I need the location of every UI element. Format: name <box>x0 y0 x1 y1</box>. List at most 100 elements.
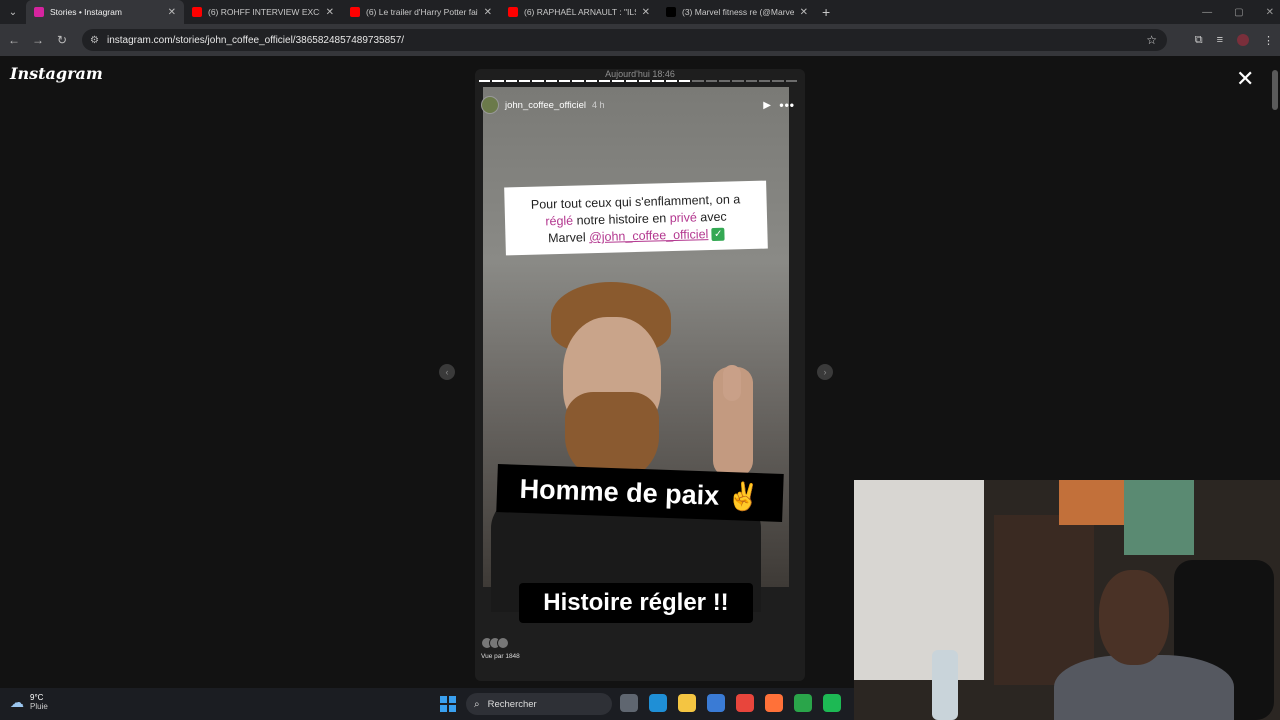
maximize-icon[interactable]: ▢ <box>1234 7 1243 18</box>
store-icon[interactable] <box>707 694 725 712</box>
caption-line1: Pour tout ceux qui s'enflamment, on a <box>530 192 741 212</box>
browser-tab[interactable]: (6) RAPHAËL ARNAULT : "ILS SE ✕ <box>500 0 658 24</box>
tab-strip: ⌄ Stories • Instagram ✕ (6) ROHFF INTERVIE… <box>0 0 1280 24</box>
progress-segment <box>625 80 637 82</box>
tab-close-icon[interactable]: ✕ <box>800 7 808 18</box>
check-icon: ✓ <box>711 227 725 242</box>
previous-story-icon[interactable]: ‹ <box>439 364 455 380</box>
story-time: 4 h <box>592 100 605 110</box>
weather-desc: Pluie <box>30 702 48 711</box>
weather-widget[interactable]: ☁ 9°C Pluie <box>10 693 48 711</box>
progress-segment <box>718 80 731 82</box>
progress-segment <box>479 80 491 82</box>
extensions-icon[interactable]: ⧉ <box>1195 34 1203 47</box>
task-view-icon[interactable] <box>620 694 638 712</box>
tab-close-icon[interactable]: ✕ <box>168 7 176 18</box>
person-image <box>491 282 761 612</box>
tab-favicon-icon <box>350 7 360 17</box>
reload-icon[interactable]: ↻ <box>50 33 74 47</box>
text-banner-histoire: Histoire régler !! <box>519 583 753 623</box>
tab-title: (3) Marvel fitness re (@Marvel_ <box>682 7 794 17</box>
progress-segment <box>558 80 571 82</box>
progress-segment <box>705 80 717 82</box>
menu-icon[interactable]: ⋮ <box>1263 34 1274 47</box>
caption-word-regle: réglé <box>545 213 574 229</box>
webcam-overlay <box>854 480 1280 720</box>
tab-close-icon[interactable]: ✕ <box>484 7 492 18</box>
browser-tab[interactable]: (6) ROHFF INTERVIEW EXCLUSIVE ✕ <box>184 0 342 24</box>
progress-segment <box>585 80 597 82</box>
rain-cloud-icon: ☁ <box>10 693 24 710</box>
tab-title: Stories • Instagram <box>50 7 122 17</box>
tab-title: (6) Le trailer d'Harry Potter fait <box>366 7 478 17</box>
edge-icon[interactable] <box>649 694 667 712</box>
app-teal-icon[interactable] <box>823 694 841 712</box>
cam-person-head <box>1099 570 1169 665</box>
toolbar-right: ⧉ ≡ ⋮ <box>1195 24 1274 56</box>
story-date: Aujourd'hui 18:46 <box>605 69 675 79</box>
browser-tab[interactable]: (6) Le trailer d'Harry Potter fait ✕ <box>342 0 500 24</box>
cam-window <box>854 480 984 680</box>
windows-taskbar: ☁ 9°C Pluie ⌕ Rechercher <box>0 688 854 720</box>
chrome-icon[interactable] <box>736 694 754 712</box>
avatar[interactable] <box>481 96 499 114</box>
progress-segment <box>638 80 651 82</box>
caption-line2-mid: notre histoire en <box>572 211 670 228</box>
address-bar[interactable]: ⚙ instagram.com/stories/john_coffee_offi… <box>82 29 1167 51</box>
firefox-icon[interactable] <box>765 694 783 712</box>
play-icon[interactable]: ▶ <box>763 100 771 111</box>
story-progress-bar <box>479 80 797 82</box>
caption-mention[interactable]: @john_coffee_officiel <box>589 227 709 244</box>
progress-segment <box>652 80 664 82</box>
cam-person-body <box>1054 655 1234 720</box>
weather-temp: 9°C <box>30 693 44 702</box>
forward-icon[interactable]: → <box>26 33 50 47</box>
tabs-container: Stories • Instagram ✕ (6) ROHFF INTERVIEW … <box>26 0 816 24</box>
tab-title: (6) ROHFF INTERVIEW EXCLUSIVE <box>208 7 320 17</box>
cam-poster <box>1059 480 1124 525</box>
tab-close-icon[interactable]: ✕ <box>326 7 334 18</box>
next-story-icon[interactable]: › <box>817 364 833 380</box>
cam-shelf <box>994 515 1094 685</box>
browser-tab[interactable]: Stories • Instagram ✕ <box>26 0 184 24</box>
cam-poster-zelda <box>1124 480 1194 555</box>
caption-line3: Marvel <box>547 230 590 246</box>
tab-title: (6) RAPHAËL ARNAULT : "ILS SE <box>524 7 636 17</box>
progress-segment <box>745 80 757 82</box>
search-placeholder: Rechercher <box>487 698 537 710</box>
start-icon[interactable] <box>440 696 456 712</box>
caption-word-prive: privé <box>669 210 697 226</box>
tab-close-icon[interactable]: ✕ <box>642 7 650 18</box>
story-header: john_coffee_officiel 4 h ▶ ••• <box>481 94 797 116</box>
progress-segment <box>532 80 544 82</box>
explorer-icon[interactable] <box>678 694 696 712</box>
browser-tab[interactable]: (3) Marvel fitness re (@Marvel_ ✕ <box>658 0 816 24</box>
site-info-icon[interactable]: ⚙ <box>90 35 99 46</box>
profile-avatar[interactable] <box>1237 34 1249 46</box>
instagram-logo[interactable]: Instagram <box>10 64 103 83</box>
text-banner-homme: Homme de paix ✌ <box>496 464 784 522</box>
story-viewers[interactable]: Vue par 1848 <box>481 637 520 660</box>
close-window-icon[interactable]: ✕ <box>1266 7 1274 18</box>
media-icon[interactable]: ≡ <box>1217 34 1223 46</box>
minimize-icon[interactable]: — <box>1202 7 1212 18</box>
taskbar-apps <box>620 694 841 712</box>
progress-segment <box>572 80 584 82</box>
tab-search-icon[interactable]: ⌄ <box>0 0 26 24</box>
progress-segment <box>518 80 531 82</box>
back-icon[interactable]: ← <box>2 33 26 47</box>
progress-segment <box>758 80 771 82</box>
progress-segment <box>678 80 691 82</box>
close-story-icon[interactable]: ✕ <box>1236 68 1254 90</box>
bookmark-star-icon[interactable]: ☆ <box>1146 33 1157 47</box>
taskbar-search[interactable]: ⌕ Rechercher <box>466 693 612 715</box>
url-text: instagram.com/stories/john_coffee_offici… <box>106 34 405 46</box>
more-options-icon[interactable]: ••• <box>779 98 795 112</box>
scrollbar[interactable] <box>1272 70 1278 110</box>
story-username[interactable]: john_coffee_officiel <box>505 100 586 111</box>
progress-segment <box>492 80 504 82</box>
cam-bottle <box>932 650 958 720</box>
app-green-icon[interactable] <box>794 694 812 712</box>
new-tab-icon[interactable]: + <box>822 4 830 20</box>
story-viewer[interactable]: Aujourd'hui 18:46 john_coffee_officiel 4… <box>475 69 805 681</box>
